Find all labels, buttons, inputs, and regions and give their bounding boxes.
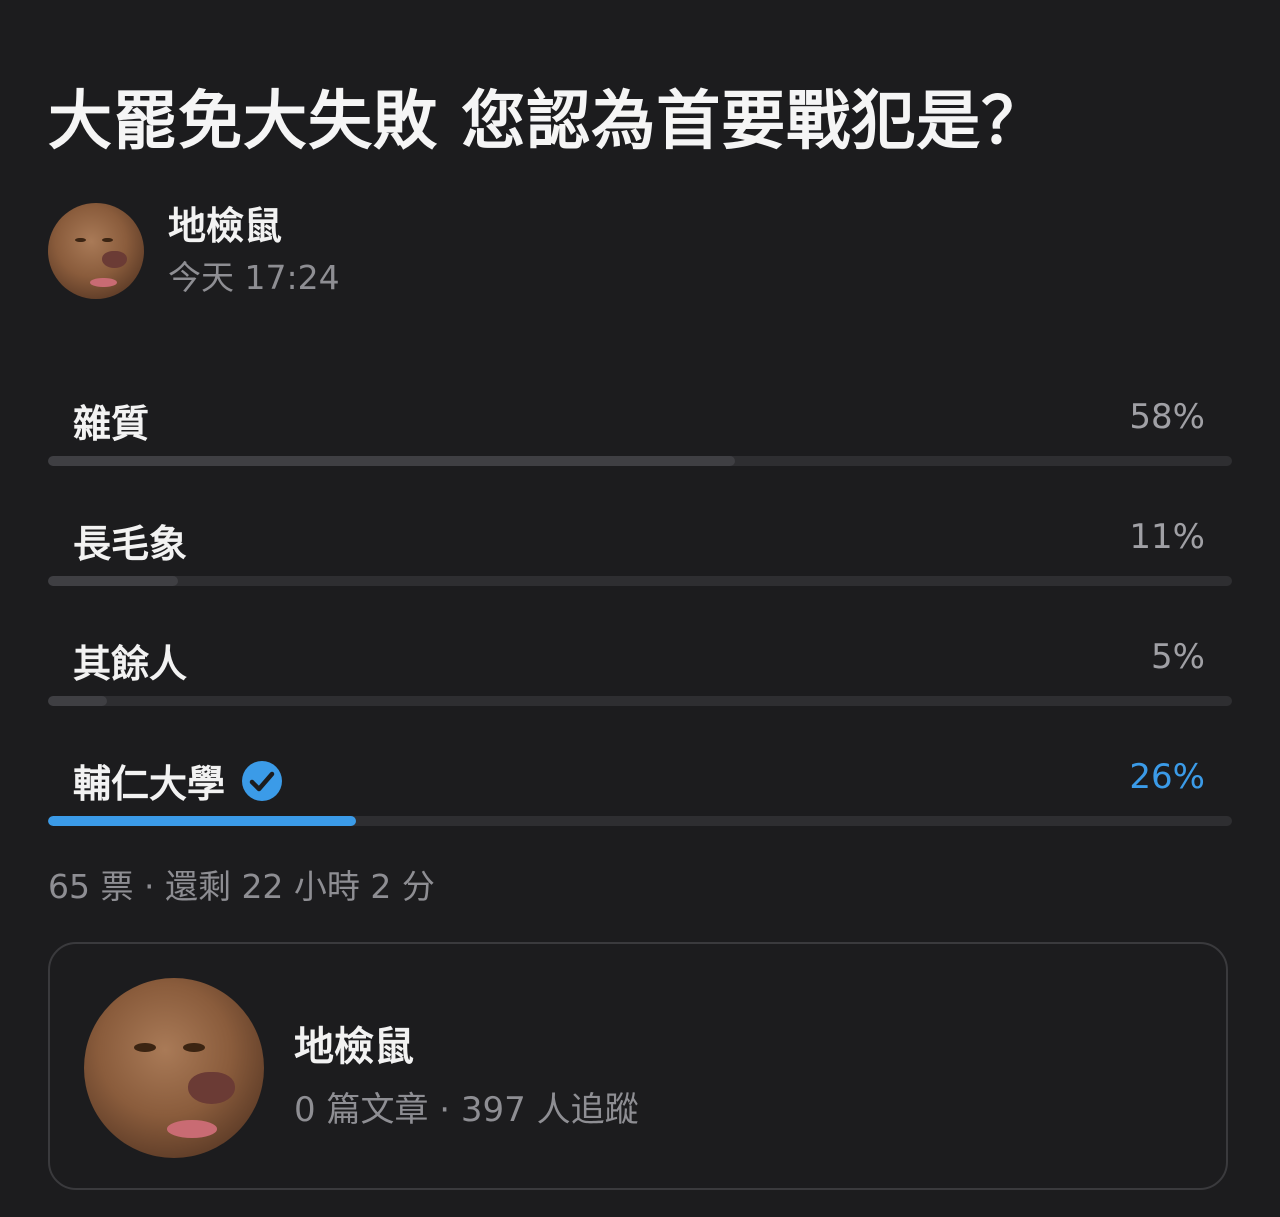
poll-option[interactable]: 雜質 58% bbox=[48, 385, 1232, 466]
poll-option-label-wrap: 其餘人 bbox=[73, 633, 187, 688]
poll-bar-track bbox=[48, 816, 1232, 826]
poll-bar-track bbox=[48, 576, 1232, 586]
profile-name[interactable]: 地檢鼠 bbox=[294, 1014, 414, 1072]
poll-option[interactable]: 其餘人 5% bbox=[48, 625, 1232, 706]
author-name[interactable]: 地檢鼠 bbox=[168, 202, 340, 250]
profile-stats: 0 篇文章 · 397 人追蹤 bbox=[294, 1090, 639, 1130]
poll-option-percent: 5% bbox=[1151, 637, 1205, 677]
poll-option-percent: 26% bbox=[1129, 757, 1205, 797]
profile-avatar[interactable] bbox=[84, 978, 264, 1158]
poll-option[interactable]: 長毛象 11% bbox=[48, 505, 1232, 586]
author-row[interactable]: 地檢鼠 今天 17:24 bbox=[48, 203, 340, 299]
poll-option-label: 其餘人 bbox=[73, 642, 188, 686]
author-avatar[interactable] bbox=[48, 203, 144, 299]
poll-option-label-wrap: 輔仁大學 bbox=[73, 753, 283, 808]
poll-bar-fill bbox=[48, 576, 179, 586]
poll-option-label-wrap: 長毛象 bbox=[73, 513, 187, 568]
profile-card[interactable]: 地檢鼠 0 篇文章 · 397 人追蹤 bbox=[48, 942, 1228, 1190]
check-circle-icon bbox=[241, 760, 283, 802]
poll-option-label: 雜質 bbox=[73, 402, 150, 446]
poll-option-percent: 58% bbox=[1129, 397, 1205, 437]
poll-meta: 65 票 · 還剩 22 小時 2 分 bbox=[48, 867, 435, 906]
poll-option[interactable]: 輔仁大學 26% bbox=[48, 745, 1232, 826]
poll-bar-track bbox=[48, 456, 1232, 466]
poll-bar-track bbox=[48, 696, 1232, 706]
post-timestamp: 今天 17:24 bbox=[168, 258, 340, 297]
poll-bar-fill bbox=[48, 816, 356, 826]
poll-option-label: 長毛象 bbox=[73, 522, 188, 566]
poll-option-percent: 11% bbox=[1129, 517, 1205, 557]
poll-title: 大罷免大失敗 您認為首要戰犯是？ bbox=[48, 85, 1047, 159]
poll-bar-fill bbox=[48, 696, 108, 706]
poll-option-label: 輔仁大學 bbox=[73, 762, 226, 806]
poll-option-label-wrap: 雜質 bbox=[73, 393, 149, 448]
poll-bar-fill bbox=[48, 456, 735, 466]
